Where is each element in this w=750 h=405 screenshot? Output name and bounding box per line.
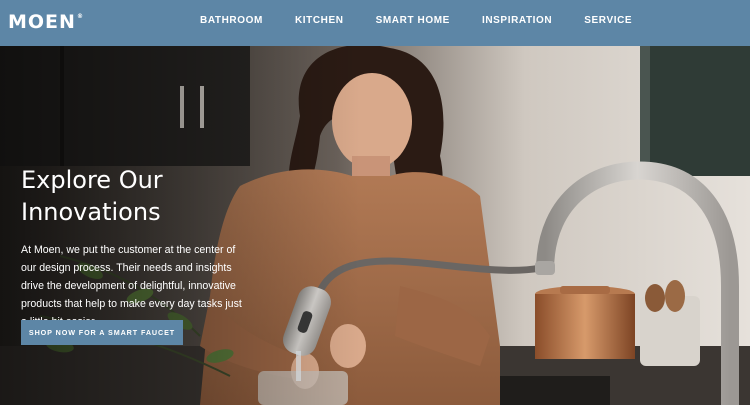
- logo-text: MOEN: [8, 11, 76, 33]
- hero-banner: Explore Our Innovations At Moen, we put …: [0, 46, 750, 405]
- main-nav: BATHROOM KITCHEN SMART HOME INSPIRATION …: [200, 15, 664, 26]
- nav-item-kitchen[interactable]: KITCHEN: [295, 15, 344, 26]
- site-header: MOEN® BATHROOM KITCHEN SMART HOME INSPIR…: [0, 0, 750, 46]
- registered-mark: ®: [76, 13, 84, 20]
- nav-item-service[interactable]: SERVICE: [584, 15, 632, 26]
- nav-item-bathroom[interactable]: BATHROOM: [200, 15, 263, 26]
- moen-logo[interactable]: MOEN®: [8, 11, 84, 33]
- hero-title: Explore Our Innovations: [21, 166, 163, 226]
- shop-smart-faucet-button[interactable]: SHOP NOW FOR A SMART FAUCET: [21, 320, 183, 345]
- hero-copy: Explore Our Innovations At Moen, we put …: [21, 164, 256, 331]
- nav-item-inspiration[interactable]: INSPIRATION: [482, 15, 552, 26]
- hero-description: At Moen, we put the customer at the cent…: [21, 244, 242, 328]
- nav-item-smart-home[interactable]: SMART HOME: [376, 15, 450, 26]
